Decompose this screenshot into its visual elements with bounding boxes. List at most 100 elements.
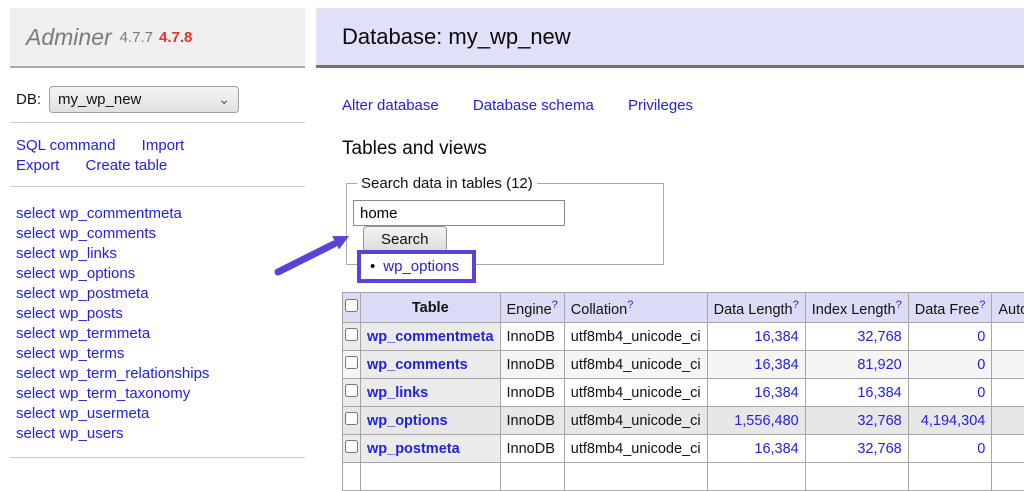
sidebar-item-wp-terms[interactable]: select wp_terms [16, 345, 124, 362]
table-row-wp-links: wp_links InnoDB utf8mb4_unicode_ci 16,38… [343, 379, 1024, 407]
sidebar-item-wp-term-taxonomy[interactable]: select wp_term_taxonomy [16, 385, 190, 402]
table-name-link[interactable]: wp_comments [367, 357, 468, 373]
sidebar-item-wp-commentmeta[interactable]: select wp_commentmeta [16, 205, 182, 222]
header-label: Data Length [714, 302, 793, 318]
search-legend: Search data in tables (12) [357, 175, 537, 192]
table-row-wp-postmeta: wp_postmeta InnoDB utf8mb4_unicode_ci 16… [343, 435, 1024, 463]
database-schema-link[interactable]: Database schema [473, 97, 594, 114]
column-header-data-length: Data Length? [707, 293, 805, 323]
search-button[interactable]: Search [363, 226, 447, 252]
sidebar-commands: SQL command Import Export Create table [16, 136, 206, 176]
engine-cell: InnoDB [500, 407, 564, 435]
auto-increment-cell [992, 435, 1024, 463]
tables-overview: Table Engine? Collation? Data Length? In… [342, 292, 1024, 491]
bullet-icon: • [370, 258, 375, 275]
index-length-link[interactable]: 81,920 [857, 357, 901, 373]
list-item: select wp_term_relationships [16, 364, 209, 384]
sidebar-item-wp-posts[interactable]: select wp_posts [16, 305, 123, 322]
list-item: select wp_posts [16, 304, 209, 324]
column-header-collation: Collation? [564, 293, 707, 323]
index-length-link[interactable]: 32,768 [857, 441, 901, 457]
sidebar-item-wp-usermeta[interactable]: select wp_usermeta [16, 405, 149, 422]
collation-cell: utf8mb4_unicode_ci [564, 407, 707, 435]
engine-cell: InnoDB [500, 379, 564, 407]
export-link[interactable]: Export [16, 157, 59, 174]
table-name-link[interactable]: wp_links [367, 385, 428, 401]
adminer-new-version-link[interactable]: 4.7.8 [159, 29, 192, 46]
privileges-link[interactable]: Privileges [628, 97, 693, 114]
select-all-checkbox[interactable] [345, 299, 358, 312]
alter-database-link[interactable]: Alter database [342, 97, 439, 114]
index-length-link[interactable]: 32,768 [857, 329, 901, 345]
column-header-auto-increment: Auto Increment? [992, 293, 1024, 323]
list-item: select wp_comments [16, 224, 209, 244]
sidebar-divider [10, 186, 305, 187]
row-checkbox[interactable] [345, 328, 358, 341]
create-table-link[interactable]: Create table [86, 157, 168, 174]
wp-options-result-link[interactable]: wp_options [383, 258, 459, 275]
row-checkbox[interactable] [345, 440, 358, 453]
search-input[interactable] [353, 200, 565, 226]
list-item: select wp_links [16, 244, 209, 264]
help-icon[interactable]: ? [627, 299, 633, 311]
data-length-link[interactable]: 16,384 [754, 385, 798, 401]
data-free-link[interactable]: 0 [977, 357, 985, 373]
row-checkbox[interactable] [345, 412, 358, 425]
page-title: Database: my_wp_new [316, 8, 1024, 68]
help-icon[interactable]: ? [552, 299, 558, 311]
collation-cell: utf8mb4_unicode_ci [564, 379, 707, 407]
database-nav: Alter database Database schema Privilege… [342, 97, 723, 114]
table-name-link[interactable]: wp_commentmeta [367, 329, 494, 345]
table-row-partial [343, 463, 1024, 491]
sidebar-item-wp-termmeta[interactable]: select wp_termmeta [16, 325, 150, 342]
header-label: Engine [507, 302, 552, 318]
db-selector-row: DB: my_wp_new ⌄ [16, 86, 239, 113]
sidebar-item-wp-comments[interactable]: select wp_comments [16, 225, 156, 242]
list-item: select wp_postmeta [16, 284, 209, 304]
data-free-link[interactable]: 0 [977, 441, 985, 457]
sidebar-item-wp-options[interactable]: select wp_options [16, 265, 135, 282]
data-length-link[interactable]: 16,384 [754, 357, 798, 373]
data-free-link[interactable]: 4,194,304 [921, 413, 986, 429]
column-header-index-length: Index Length? [805, 293, 908, 323]
column-header-table: Table [361, 293, 501, 323]
list-item: select wp_commentmeta [16, 204, 209, 224]
sidebar-item-wp-term-relationships[interactable]: select wp_term_relationships [16, 365, 209, 382]
data-length-link[interactable]: 16,384 [754, 441, 798, 457]
collation-cell: utf8mb4_unicode_ci [564, 351, 707, 379]
list-item: select wp_term_taxonomy [16, 384, 209, 404]
db-label: DB: [16, 91, 41, 108]
sidebar-item-wp-users[interactable]: select wp_users [16, 425, 124, 442]
data-length-link[interactable]: 16,384 [754, 329, 798, 345]
sql-command-link[interactable]: SQL command [16, 137, 116, 154]
list-item: select wp_termmeta [16, 324, 209, 344]
sidebar-item-wp-links[interactable]: select wp_links [16, 245, 117, 262]
row-checkbox[interactable] [345, 384, 358, 397]
header-label: Collation [571, 302, 627, 318]
table-name-link[interactable]: wp_postmeta [367, 441, 460, 457]
table-row-wp-options: wp_options InnoDB utf8mb4_unicode_ci 1,5… [343, 407, 1024, 435]
wp-options-highlight-box: • wp_options [357, 250, 476, 283]
help-icon[interactable]: ? [793, 299, 799, 311]
sidebar-table-list: select wp_commentmeta select wp_comments… [16, 204, 209, 444]
import-link[interactable]: Import [142, 137, 185, 154]
adminer-version: 4.7.7 [120, 29, 153, 46]
row-checkbox[interactable] [345, 356, 358, 369]
collation-cell: utf8mb4_unicode_ci [564, 435, 707, 463]
db-select[interactable]: my_wp_new ⌄ [49, 86, 239, 113]
help-icon[interactable]: ? [896, 299, 902, 311]
index-length-link[interactable]: 32,768 [857, 413, 901, 429]
help-icon[interactable]: ? [979, 299, 985, 311]
data-free-link[interactable]: 0 [977, 329, 985, 345]
data-free-link[interactable]: 0 [977, 385, 985, 401]
column-header-data-free: Data Free? [908, 293, 992, 323]
collation-cell: utf8mb4_unicode_ci [564, 323, 707, 351]
engine-cell: InnoDB [500, 351, 564, 379]
auto-increment-cell [992, 407, 1024, 435]
data-length-link[interactable]: 1,556,480 [734, 413, 799, 429]
list-item: select wp_users [16, 424, 209, 444]
table-name-link[interactable]: wp_options [367, 413, 448, 429]
adminer-logo[interactable]: Adminer [26, 24, 112, 51]
sidebar-item-wp-postmeta[interactable]: select wp_postmeta [16, 285, 149, 302]
index-length-link[interactable]: 16,384 [857, 385, 901, 401]
